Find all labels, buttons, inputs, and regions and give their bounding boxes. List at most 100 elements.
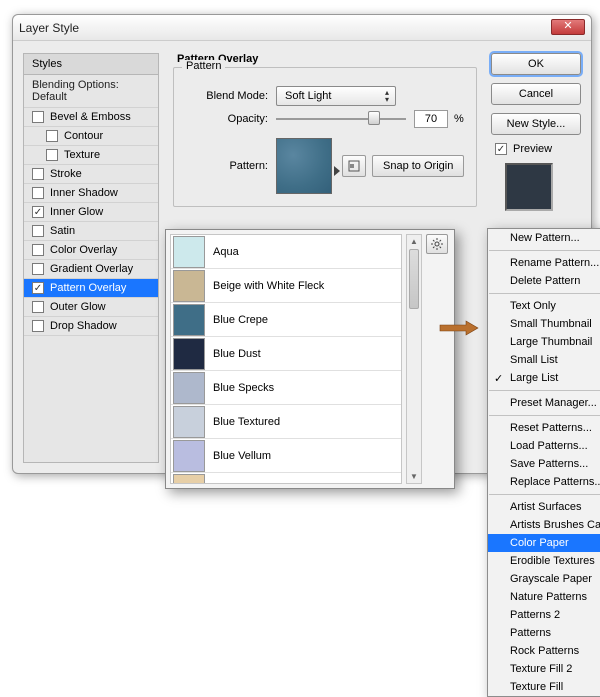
- style-color-overlay[interactable]: Color Overlay: [24, 241, 158, 260]
- blend-mode-value: Soft Light: [285, 90, 331, 102]
- updown-icon: ▴▾: [381, 89, 391, 103]
- new-preset-icon[interactable]: [342, 155, 366, 177]
- opacity-value[interactable]: 70: [414, 110, 448, 128]
- blend-mode-label: Blend Mode:: [188, 90, 268, 102]
- style-gradient-overlay[interactable]: Gradient Overlay: [24, 260, 158, 279]
- cancel-button[interactable]: Cancel: [491, 83, 581, 105]
- pattern-name: Buff Textured: [213, 484, 277, 485]
- style-outer-glow[interactable]: Outer Glow: [24, 298, 158, 317]
- menu-small-thumbnail[interactable]: Small Thumbnail: [488, 315, 600, 333]
- gear-icon[interactable]: [426, 234, 448, 254]
- close-icon[interactable]: ✕: [551, 19, 585, 35]
- style-pattern-overlay[interactable]: ✓ Pattern Overlay: [24, 279, 158, 298]
- style-label: Contour: [64, 130, 103, 142]
- menu-small-list[interactable]: Small List: [488, 351, 600, 369]
- style-drop-shadow[interactable]: Drop Shadow: [24, 317, 158, 336]
- checkbox-icon[interactable]: [32, 263, 44, 275]
- pattern-swatch-icon: [173, 270, 205, 302]
- opacity-slider[interactable]: [276, 110, 406, 128]
- menu-patterns[interactable]: Patterns 2: [488, 606, 600, 624]
- style-label: Inner Shadow: [50, 187, 118, 199]
- style-contour[interactable]: Contour: [24, 127, 158, 146]
- style-bevel-emboss[interactable]: Bevel & Emboss: [24, 108, 158, 127]
- pattern-list[interactable]: AquaBeige with White FleckBlue CrepeBlue…: [170, 234, 402, 484]
- scrollbar[interactable]: [406, 234, 422, 484]
- pattern-row[interactable]: Aqua: [171, 235, 401, 269]
- menu-new-pattern[interactable]: New Pattern...: [488, 229, 600, 247]
- options-panel: Pattern Overlay Pattern Blend Mode: Soft…: [159, 53, 485, 463]
- pattern-group: Pattern Blend Mode: Soft Light ▴▾ Opacit…: [173, 67, 477, 207]
- menu-patterns[interactable]: Patterns: [488, 624, 600, 642]
- blend-mode-select[interactable]: Soft Light ▴▾: [276, 86, 396, 106]
- blending-options[interactable]: Blending Options: Default: [24, 75, 158, 108]
- style-label: Color Overlay: [50, 244, 117, 256]
- styles-panel: Styles Blending Options: Default Bevel &…: [23, 53, 159, 463]
- menu-large-list[interactable]: Large List: [488, 369, 600, 387]
- preview-checkbox[interactable]: ✓ Preview: [495, 143, 581, 155]
- preview-thumbnail: [505, 163, 553, 211]
- pattern-name: Blue Vellum: [213, 450, 271, 462]
- style-inner-shadow[interactable]: Inner Shadow: [24, 184, 158, 203]
- checkbox-icon[interactable]: [32, 244, 44, 256]
- pattern-swatch-icon: [173, 236, 205, 268]
- checkbox-icon[interactable]: ✓: [32, 206, 44, 218]
- menu-texture-fill[interactable]: Texture Fill: [488, 678, 600, 696]
- layer-style-dialog: Layer Style ✕ Styles Blending Options: D…: [12, 14, 592, 474]
- menu-nature-patterns[interactable]: Nature Patterns: [488, 588, 600, 606]
- styles-header[interactable]: Styles: [24, 54, 158, 75]
- checkbox-icon[interactable]: [32, 187, 44, 199]
- style-label: Outer Glow: [50, 301, 106, 313]
- ok-button[interactable]: OK: [491, 53, 581, 75]
- flyout-menu: New Pattern... Rename Pattern...Delete Pa…: [487, 228, 600, 697]
- menu-rock-patterns[interactable]: Rock Patterns: [488, 642, 600, 660]
- dialog-title: Layer Style: [19, 21, 79, 35]
- menu-preset-manager[interactable]: Preset Manager...: [488, 394, 600, 412]
- menu-rename-pattern[interactable]: Rename Pattern...: [488, 254, 600, 272]
- style-texture[interactable]: Texture: [24, 146, 158, 165]
- pattern-row[interactable]: Buff Textured: [171, 473, 401, 484]
- menu-artist-surfaces[interactable]: Artist Surfaces: [488, 498, 600, 516]
- pattern-row[interactable]: Blue Textured: [171, 405, 401, 439]
- menu-erodible-textures[interactable]: Erodible Textures: [488, 552, 600, 570]
- pattern-row[interactable]: Blue Dust: [171, 337, 401, 371]
- opacity-label: Opacity:: [188, 113, 268, 125]
- menu-large-thumbnail[interactable]: Large Thumbnail: [488, 333, 600, 351]
- pattern-row[interactable]: Blue Specks: [171, 371, 401, 405]
- menu-delete-pattern[interactable]: Delete Pattern: [488, 272, 600, 290]
- checkbox-icon[interactable]: [46, 130, 58, 142]
- pattern-row[interactable]: Beige with White Fleck: [171, 269, 401, 303]
- style-inner-glow[interactable]: ✓Inner Glow: [24, 203, 158, 222]
- pattern-row[interactable]: Blue Vellum: [171, 439, 401, 473]
- menu-save-patterns[interactable]: Save Patterns...: [488, 455, 600, 473]
- checkbox-icon[interactable]: ✓: [32, 282, 44, 294]
- pattern-row[interactable]: Blue Crepe: [171, 303, 401, 337]
- pattern-swatch-icon: [173, 304, 205, 336]
- scroll-thumb[interactable]: [409, 249, 419, 309]
- checkbox-icon[interactable]: [32, 111, 44, 123]
- checkbox-icon[interactable]: [32, 320, 44, 332]
- checkbox-icon[interactable]: [46, 149, 58, 161]
- pattern-swatch[interactable]: [276, 138, 332, 194]
- menu-artists-brushes-canvas[interactable]: Artists Brushes Canvas: [488, 516, 600, 534]
- menu-grayscale-paper[interactable]: Grayscale Paper: [488, 570, 600, 588]
- menu-replace-patterns[interactable]: Replace Patterns...: [488, 473, 600, 491]
- menu-separator: [489, 250, 600, 251]
- style-satin[interactable]: Satin: [24, 222, 158, 241]
- menu-load-patterns[interactable]: Load Patterns...: [488, 437, 600, 455]
- checkbox-icon[interactable]: [32, 225, 44, 237]
- menu-separator: [489, 390, 600, 391]
- menu-text-only[interactable]: Text Only: [488, 297, 600, 315]
- style-stroke[interactable]: Stroke: [24, 165, 158, 184]
- pattern-name: Blue Textured: [213, 416, 280, 428]
- checkbox-icon[interactable]: [32, 168, 44, 180]
- menu-texture-fill[interactable]: Texture Fill 2: [488, 660, 600, 678]
- snap-to-origin-button[interactable]: Snap to Origin: [372, 155, 464, 177]
- menu-reset-patterns[interactable]: Reset Patterns...: [488, 419, 600, 437]
- style-label: Pattern Overlay: [50, 282, 126, 294]
- titlebar[interactable]: Layer Style ✕: [13, 15, 591, 41]
- checkbox-icon[interactable]: [32, 301, 44, 313]
- pattern-name: Beige with White Fleck: [213, 280, 324, 292]
- menu-separator: [489, 494, 600, 495]
- new-style-button[interactable]: New Style...: [491, 113, 581, 135]
- menu-color-paper[interactable]: Color Paper: [488, 534, 600, 552]
